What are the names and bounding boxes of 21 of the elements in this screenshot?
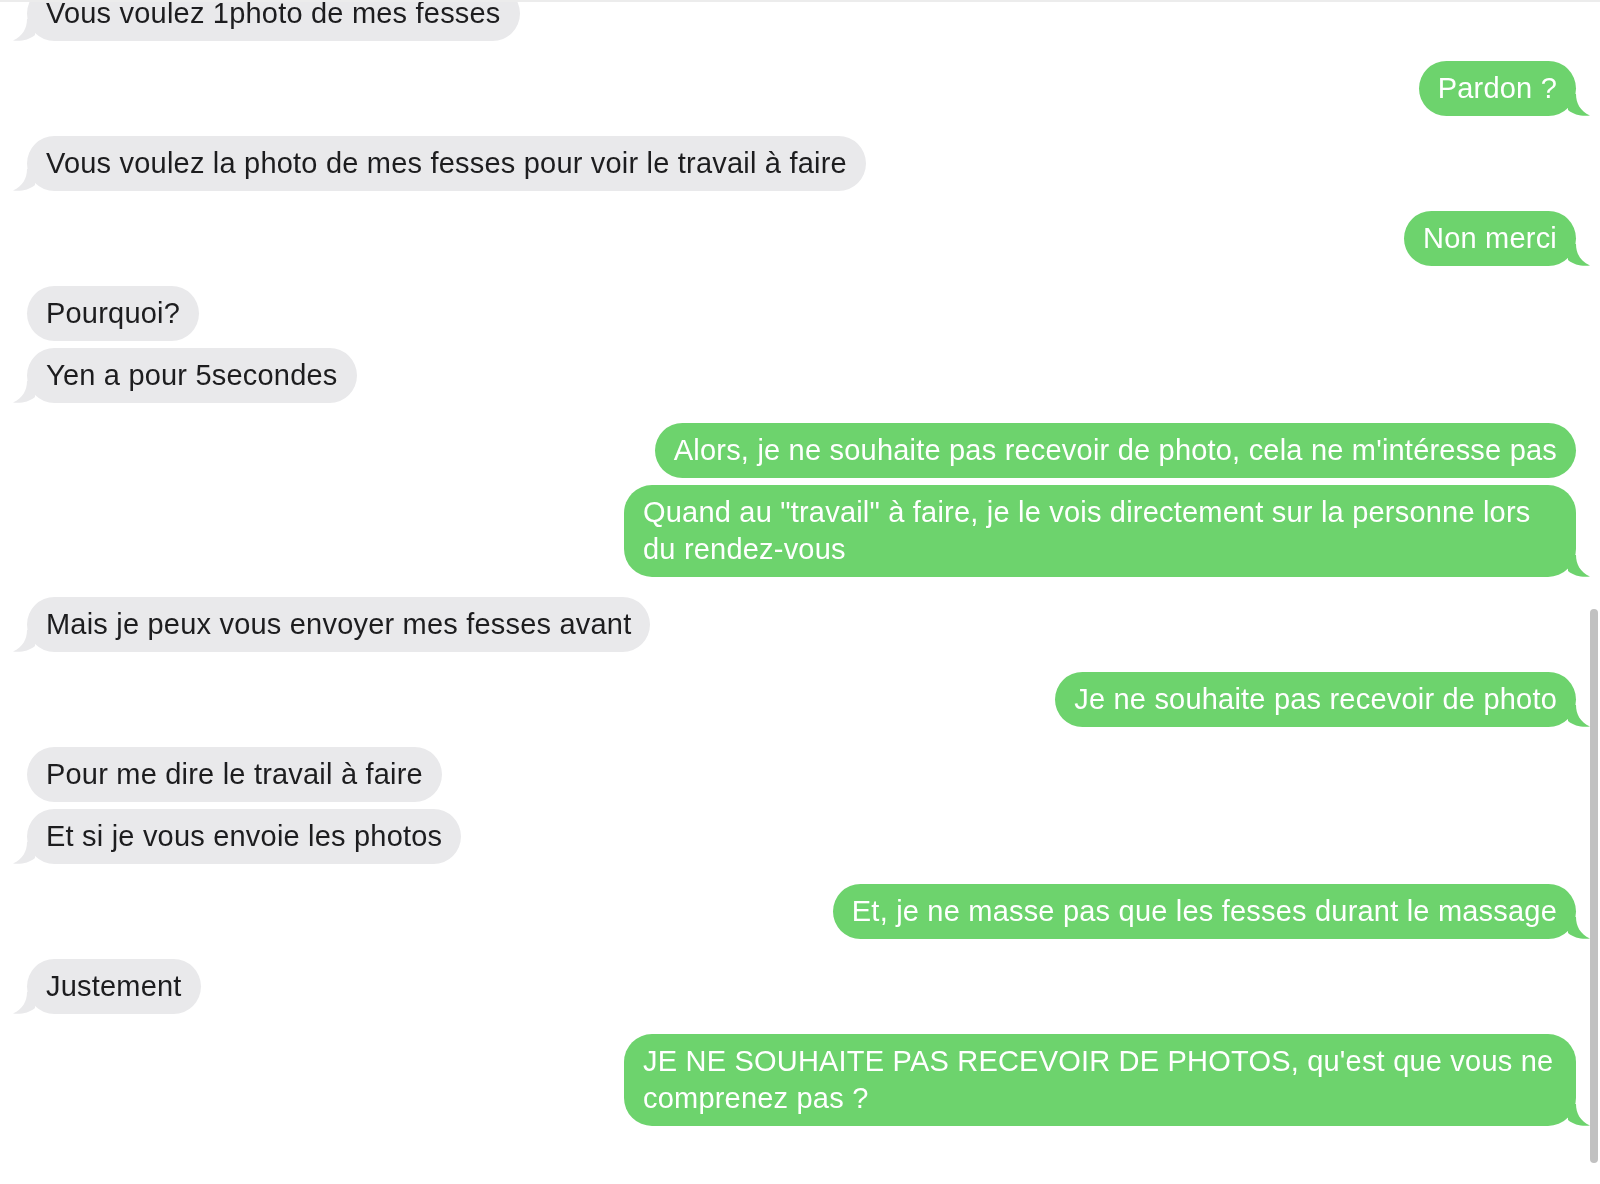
received-message-bubble: Et si je vous envoie les photos — [27, 809, 462, 864]
sent-message-bubble: Et, je ne masse pas que les fesses durant le massage — [832, 884, 1576, 939]
received-message-bubble: Pourquoi? — [27, 286, 199, 341]
bubble-tail-icon — [1568, 917, 1590, 939]
scrollbar-thumb[interactable] — [1590, 609, 1598, 1163]
bubble-tail-icon — [1568, 555, 1590, 577]
sent-message-bubble: Non merci — [1404, 211, 1576, 266]
sent-message-bubble: Quand au "travail" à faire, je le vois directement sur la personne lors du rendez-vous — [624, 485, 1576, 577]
sent-message-bubble: Je ne souhaite pas recevoir de photo — [1055, 672, 1576, 727]
bubble-tail-icon — [1568, 244, 1590, 266]
received-message-bubble: Mais je peux vous envoyer mes fesses avant — [27, 597, 651, 652]
bubble-tail-icon — [1568, 705, 1590, 727]
bubble-tail-icon — [1568, 94, 1590, 116]
bubble-tail-icon — [1568, 1104, 1590, 1126]
sent-message-bubble: Alors, je ne souhaite pas recevoir de photo, cela ne m'intéresse pas — [654, 423, 1576, 478]
sent-message-bubble: JE NE SOUHAITE PAS RECEVOIR DE PHOTOS, qu'est que vous ne comprenez pas ? — [624, 1034, 1576, 1126]
received-message-bubble: Yen a pour 5secondes — [27, 348, 357, 403]
received-message-bubble: Pour me dire le travail à faire — [27, 747, 442, 802]
received-message-bubble: Vous voulez la photo de mes fesses pour voir le travail à faire — [27, 136, 866, 191]
sent-message-bubble: Pardon ? — [1418, 61, 1576, 116]
received-message-bubble: Justement — [27, 959, 201, 1014]
